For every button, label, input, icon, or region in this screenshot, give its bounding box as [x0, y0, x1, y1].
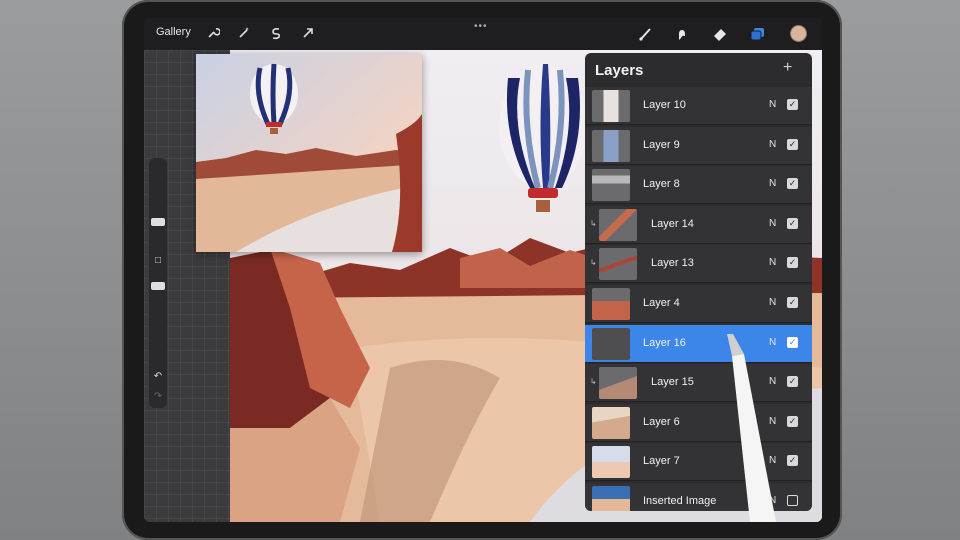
add-layer-button[interactable]: + [783, 59, 792, 77]
layer-row[interactable]: Layer 6 N ✓ [585, 403, 812, 442]
layer-visibility-checkbox[interactable]: ✓ [787, 455, 798, 467]
layer-name: Layer 7 [643, 455, 680, 468]
color-picker-swatch[interactable] [790, 25, 807, 42]
photo-backdrop: □ ↶ ↷ Gallery ••• Layers + Layer 10 N ✓ … [0, 0, 960, 540]
layer-row[interactable]: Layer 8 N ✓ [585, 166, 812, 205]
layer-name: Layer 9 [643, 138, 680, 151]
layer-visibility-checkbox[interactable]: ✓ [787, 415, 798, 427]
blend-mode-button[interactable]: N [769, 495, 776, 506]
layer-row[interactable]: Layer 10 N ✓ [585, 87, 812, 125]
layer-thumbnail[interactable] [592, 446, 630, 479]
blend-mode-button[interactable]: N [769, 337, 776, 348]
transform-arrow-icon[interactable] [300, 26, 316, 42]
blend-mode-button[interactable]: N [769, 178, 776, 189]
layer-name: Layer 14 [651, 217, 694, 230]
layer-visibility-checkbox[interactable]: ✓ [787, 376, 798, 388]
layer-row[interactable]: Inserted Image N ✓ [585, 483, 812, 511]
layer-visibility-checkbox[interactable]: ✓ [787, 217, 798, 229]
clipping-mask-icon: ↳ [590, 377, 597, 387]
magic-wand-icon[interactable] [236, 26, 252, 42]
clipping-mask-icon: ↳ [590, 258, 597, 268]
brush-icon[interactable] [638, 26, 654, 42]
layer-name: Layer 6 [643, 415, 680, 428]
blend-mode-button[interactable]: N [769, 416, 776, 427]
layer-thumbnail[interactable] [592, 327, 630, 360]
eraser-icon[interactable] [712, 26, 728, 42]
layer-thumbnail[interactable] [592, 169, 630, 202]
procreate-screen: □ ↶ ↷ Gallery ••• Layers + Layer 10 N ✓ … [144, 18, 822, 522]
layer-name: Layer 8 [643, 178, 680, 191]
brush-size-opacity-sidebar[interactable]: □ ↶ ↷ [149, 158, 167, 408]
layer-thumbnail[interactable] [592, 129, 630, 162]
layer-thumbnail[interactable] [592, 288, 630, 320]
toolbar-grip[interactable]: ••• [474, 21, 488, 32]
layer-row[interactable]: ↳ Layer 15 N ✓ [585, 364, 812, 403]
layers-panel-title: Layers [595, 62, 644, 79]
layer-row[interactable]: ↳ Layer 14 N ✓ [585, 205, 812, 244]
selection-icon[interactable] [268, 26, 284, 42]
wrench-icon[interactable] [205, 26, 221, 42]
layers-icon[interactable] [750, 26, 766, 42]
layer-row[interactable]: Layer 7 N ✓ [585, 443, 812, 482]
undo-button[interactable]: ↶ [151, 370, 165, 384]
layer-name: Inserted Image [643, 495, 717, 507]
layer-visibility-checkbox[interactable]: ✓ [787, 297, 798, 308]
brush-size-slider-handle[interactable] [151, 218, 165, 226]
layer-visibility-checkbox[interactable]: ✓ [787, 138, 798, 150]
smudge-icon[interactable] [674, 26, 690, 42]
blend-mode-button[interactable]: N [769, 297, 776, 308]
layer-visibility-checkbox[interactable]: ✓ [787, 99, 798, 110]
modifier-button[interactable]: □ [151, 254, 165, 268]
blend-mode-button[interactable]: N [769, 257, 776, 268]
redo-button[interactable]: ↷ [151, 390, 165, 404]
top-toolbar: Gallery ••• [144, 18, 822, 50]
blend-mode-button[interactable]: N [769, 455, 776, 466]
opacity-slider-handle[interactable] [151, 282, 165, 290]
layer-thumbnail[interactable] [599, 367, 637, 400]
layer-row[interactable]: Layer 9 N ✓ [585, 126, 812, 165]
layer-name: Layer 4 [643, 297, 680, 309]
layer-row[interactable]: ↳ Layer 13 N ✓ [585, 245, 812, 284]
layer-thumbnail[interactable] [592, 486, 630, 511]
layer-row[interactable]: Layer 16 N ✓ [585, 324, 812, 363]
blend-mode-button[interactable]: N [769, 99, 776, 110]
reference-photo [196, 54, 422, 252]
layer-thumbnail[interactable] [599, 208, 637, 241]
layers-panel: Layers + Layer 10 N ✓ Layer 9 N ✓ Layer 8 N ✓ ↳ La… [585, 53, 812, 511]
blend-mode-button[interactable]: N [769, 218, 776, 229]
layer-visibility-checkbox[interactable]: ✓ [787, 495, 798, 506]
layer-thumbnail[interactable] [592, 90, 630, 122]
layer-visibility-checkbox[interactable]: ✓ [787, 336, 798, 348]
layer-name: Layer 13 [651, 257, 694, 270]
layer-visibility-checkbox[interactable]: ✓ [787, 257, 798, 269]
layer-visibility-checkbox[interactable]: ✓ [787, 178, 798, 190]
reference-image-window[interactable] [196, 54, 422, 252]
layer-name: Layer 10 [643, 99, 686, 111]
layer-thumbnail[interactable] [592, 406, 630, 439]
layer-row[interactable]: Layer 4 N ✓ [585, 285, 812, 323]
layer-thumbnail[interactable] [599, 248, 637, 281]
layer-name: Layer 16 [643, 336, 686, 349]
blend-mode-button[interactable]: N [769, 376, 776, 387]
blend-mode-button[interactable]: N [769, 139, 776, 150]
clipping-mask-icon: ↳ [590, 218, 597, 228]
layer-name: Layer 15 [651, 376, 694, 389]
gallery-button[interactable]: Gallery [156, 26, 191, 38]
